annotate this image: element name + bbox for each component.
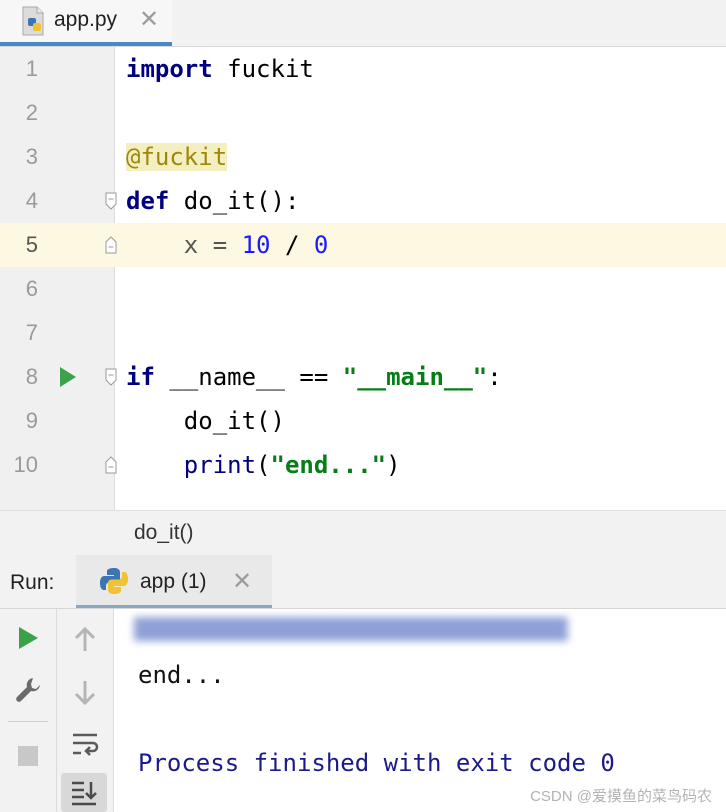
run-tab-label: app (1)	[140, 570, 207, 593]
tab-filename: app.py	[54, 8, 118, 31]
fold-end-icon[interactable]	[105, 236, 117, 254]
builtin-token: print	[183, 451, 257, 479]
arrow-up-icon[interactable]	[70, 625, 100, 655]
run-toolbar-right	[57, 609, 114, 812]
code-text: x =	[126, 231, 242, 259]
code-line: 2	[0, 91, 726, 135]
run-toolbar-left	[0, 609, 57, 812]
python-icon	[100, 568, 128, 594]
scroll-to-end-icon	[72, 781, 97, 806]
code-line-current: 5 x = 10 / 0	[0, 223, 726, 267]
console-command-line-blurred: ████████████████████████████████████	[134, 617, 568, 641]
code-text: do_it()	[126, 407, 285, 435]
run-panel-title: Run:	[10, 571, 55, 594]
console-exit-message: Process finished with exit code 0	[138, 749, 615, 777]
soft-wrap-icon[interactable]	[70, 729, 100, 759]
watermark: CSDN @爱摸鱼的菜鸟码农	[530, 788, 712, 805]
string-token: "end..."	[270, 451, 387, 479]
python-file-icon	[22, 6, 44, 36]
string-token: "__main__"	[342, 363, 488, 391]
code-line: 6	[0, 267, 726, 311]
code-editor[interactable]: 1 import fuckit 2 3 @fuckit 4 def do_it(…	[0, 47, 726, 510]
keyword-token: def	[126, 187, 170, 215]
keyword-token: if	[126, 363, 155, 391]
scroll-to-end-button[interactable]	[61, 773, 107, 812]
code-text: do_it():	[169, 187, 300, 215]
code-line: 7	[0, 311, 726, 355]
breadcrumb: do_it()	[0, 510, 726, 556]
code-text: )	[386, 451, 401, 479]
line-number: 1	[25, 56, 38, 81]
code-text: (	[256, 451, 271, 479]
fold-end-icon[interactable]	[105, 456, 117, 474]
code-text: fuckit	[212, 55, 314, 83]
editor-tab-bar: app.py ✕	[0, 0, 726, 47]
line-number: 3	[25, 144, 38, 169]
run-panel-header: Run: app (1) ✕	[0, 555, 726, 609]
stop-icon[interactable]	[13, 741, 43, 771]
code-line: 9 do_it()	[0, 399, 726, 443]
line-number: 4	[25, 188, 38, 213]
code-text: __name__ ==	[154, 363, 343, 391]
code-line: 1 import fuckit	[0, 47, 726, 91]
tab-app-py[interactable]: app.py ✕	[0, 0, 172, 46]
wrench-icon[interactable]	[13, 675, 43, 705]
code-text: :	[487, 363, 502, 391]
run-tab-close-icon[interactable]: ✕	[232, 567, 252, 596]
toolbar-divider	[8, 721, 48, 722]
line-number: 2	[25, 100, 38, 125]
number-token: 0	[313, 231, 329, 259]
code-line: 4 def do_it():	[0, 179, 726, 223]
fold-open-icon[interactable]	[105, 368, 117, 386]
decorator-token: @fuckit	[126, 143, 228, 171]
line-number: 9	[25, 408, 38, 433]
number-token: 10	[241, 231, 271, 259]
breadcrumb-item[interactable]: do_it()	[134, 521, 194, 545]
line-number: 5	[25, 232, 38, 257]
line-number: 6	[25, 276, 38, 301]
line-number: 10	[13, 452, 38, 477]
code-line: 3 @fuckit	[0, 135, 726, 179]
run-gutter-icon[interactable]	[58, 365, 78, 389]
line-number: 7	[25, 320, 38, 345]
line-number: 8	[25, 364, 38, 389]
run-console[interactable]: ████████████████████████████████████ end…	[114, 609, 726, 812]
rerun-icon[interactable]	[13, 623, 43, 653]
tab-close-icon[interactable]: ✕	[139, 5, 159, 34]
keyword-token: import	[126, 55, 213, 83]
operator-token: /	[270, 231, 314, 259]
arrow-down-icon[interactable]	[70, 677, 100, 707]
code-line: 8 if __name__ == "__main__":	[0, 355, 726, 399]
console-output-line: end...	[138, 661, 225, 689]
code-line: 10 print("end...")	[0, 443, 726, 487]
fold-open-icon[interactable]	[105, 192, 117, 210]
run-tab-app[interactable]: app (1) ✕	[76, 555, 272, 608]
